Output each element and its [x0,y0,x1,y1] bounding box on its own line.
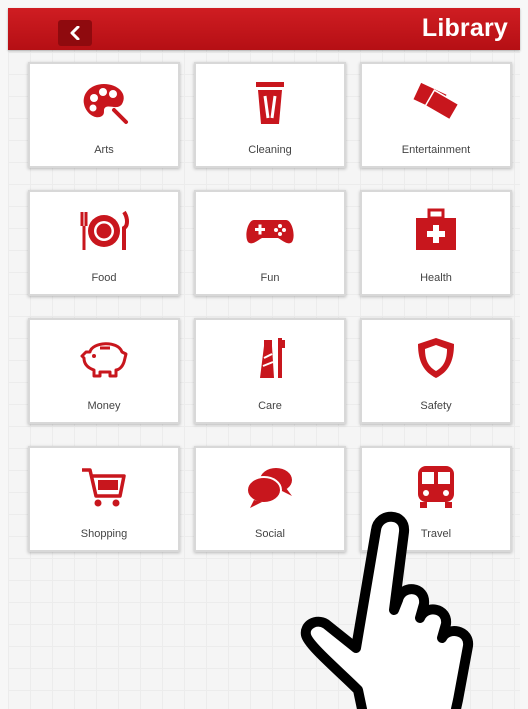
first-aid-kit-icon [408,204,464,256]
tile-health[interactable]: Health [360,190,512,296]
chevron-left-icon [70,26,80,40]
gamepad-icon [242,204,298,256]
tile-cleaning[interactable]: Cleaning [194,62,346,168]
header-bar: Library [8,8,520,50]
trash-can-icon [242,76,298,128]
tile-money[interactable]: Money [28,318,180,424]
tile-label: Cleaning [248,144,292,156]
tile-travel[interactable]: Travel [360,446,512,552]
piggy-bank-icon [76,332,132,384]
plate-cutlery-icon [76,204,132,256]
back-button[interactable] [58,20,92,46]
tile-label: Food [91,272,117,284]
category-grid: Arts Cleaning Entertainment Food Fun Hea… [28,62,512,552]
tile-label: Arts [94,144,114,156]
shield-icon [408,332,464,384]
tile-entertainment[interactable]: Entertainment [360,62,512,168]
tile-fun[interactable]: Fun [194,190,346,296]
shopping-cart-icon [76,460,132,512]
tile-label: Health [420,272,452,284]
page-title: Library [421,14,508,42]
tile-label: Money [87,400,121,412]
tile-social[interactable]: Social [194,446,346,552]
tile-label: Safety [420,400,452,412]
speech-bubbles-icon [242,460,298,512]
tile-label: Travel [420,528,452,540]
toothbrush-toothpaste-icon [242,332,298,384]
tile-label: Social [255,528,285,540]
tile-label: Care [258,400,282,412]
tile-arts[interactable]: Arts [28,62,180,168]
tickets-icon [408,76,464,128]
tile-label: Entertainment [401,144,471,156]
tile-care[interactable]: Care [194,318,346,424]
tile-safety[interactable]: Safety [360,318,512,424]
tile-label: Shopping [80,528,128,540]
tile-label: Fun [260,272,280,284]
bus-icon [408,460,464,512]
tile-shopping[interactable]: Shopping [28,446,180,552]
palette-icon [76,76,132,128]
tile-food[interactable]: Food [28,190,180,296]
